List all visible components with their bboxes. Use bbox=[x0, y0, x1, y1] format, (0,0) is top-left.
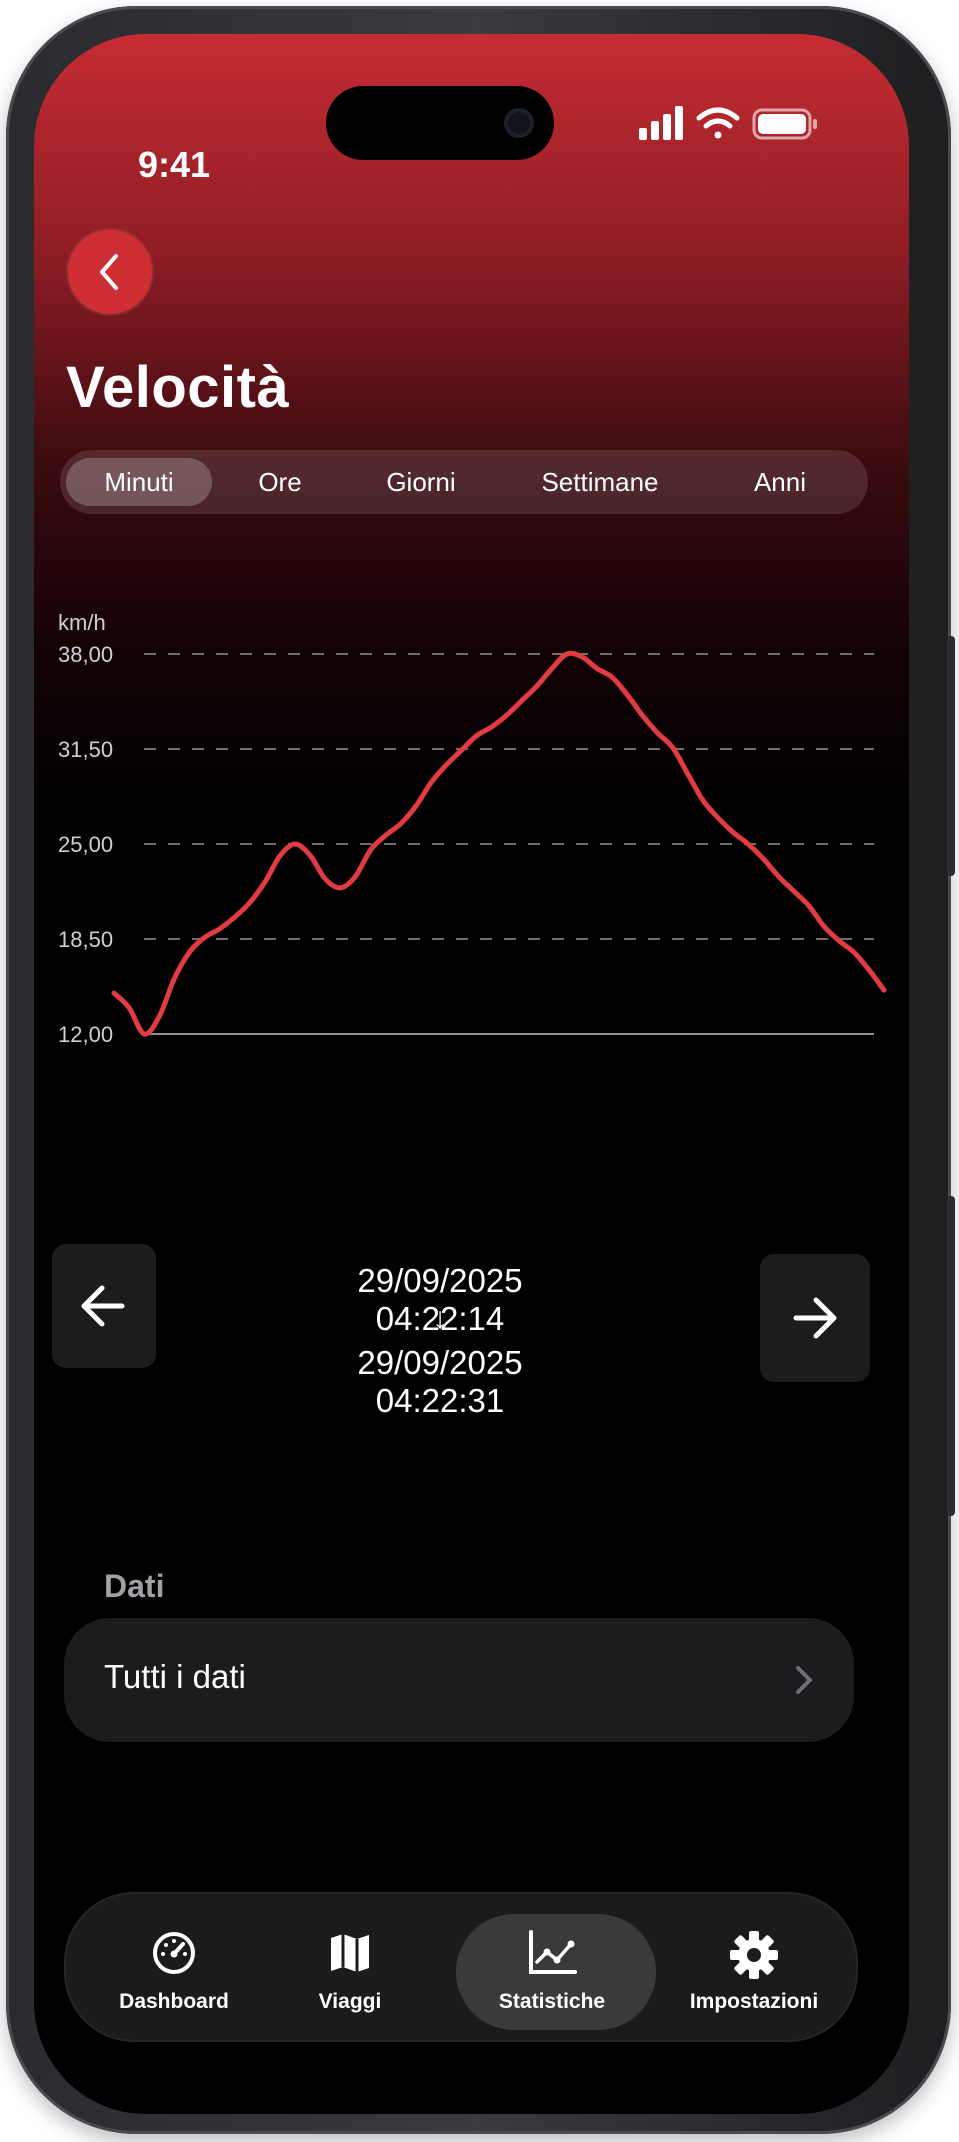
tab-statistiche[interactable]: Statistiche bbox=[456, 1892, 656, 2042]
range-separator-arrow: ↓ bbox=[432, 1302, 448, 1335]
period-segmented-control: Minuti Ore Giorni Settimane Anni bbox=[60, 450, 868, 514]
arrow-right-icon bbox=[793, 1297, 837, 1339]
all-data-label: Tutti i dati bbox=[104, 1658, 246, 1695]
chart-icon bbox=[529, 1930, 577, 1974]
dynamic-island bbox=[326, 86, 554, 160]
tab-impostazioni-label: Impostazioni bbox=[689, 1990, 819, 2013]
speedometer-icon bbox=[153, 1932, 195, 1974]
segment-ore[interactable]: Ore bbox=[220, 458, 340, 506]
speed-chart: km/h 38,00 31,50 25,00 18,50 12,00 bbox=[58, 610, 887, 1047]
data-section-label: Dati bbox=[104, 1568, 165, 1604]
screen: 9:41 Velocità Minuti Ore Giorni Settiman… bbox=[34, 34, 909, 2114]
status-icons bbox=[639, 104, 829, 144]
status-time: 9:41 bbox=[138, 144, 211, 185]
tab-impostazioni[interactable]: Impostazioni bbox=[664, 1892, 844, 2042]
tab-viaggi[interactable]: Viaggi bbox=[260, 1892, 440, 2042]
tab-statistiche-label: Statistiche bbox=[498, 1990, 606, 2013]
tab-bar: Dashboard Viaggi Statistiche Impostazion… bbox=[64, 1892, 858, 2042]
y-tick-label: 12,00 bbox=[58, 1022, 113, 1047]
tab-viaggi-label: Viaggi bbox=[318, 1990, 382, 2013]
y-tick-label: 38,00 bbox=[58, 642, 113, 667]
segment-anni[interactable]: Anni bbox=[710, 458, 850, 506]
page-title: Velocità bbox=[66, 355, 290, 420]
segment-giorni[interactable]: Giorni bbox=[346, 458, 496, 506]
signal-icon bbox=[639, 106, 683, 140]
next-range-button[interactable] bbox=[760, 1254, 870, 1382]
chevron-right-icon bbox=[796, 1666, 812, 1694]
all-data-row[interactable]: Tutti i dati bbox=[64, 1618, 854, 1742]
y-tick-label: 25,00 bbox=[58, 832, 113, 857]
tab-dashboard[interactable]: Dashboard bbox=[84, 1892, 264, 2042]
side-button-top bbox=[947, 636, 955, 876]
y-tick-label: 18,50 bbox=[58, 927, 113, 952]
range-end: 29/09/2025 04:22:31 bbox=[357, 1344, 523, 1419]
segment-minuti[interactable]: Minuti bbox=[66, 458, 212, 506]
side-button-bottom bbox=[947, 1196, 955, 1516]
previous-range-button[interactable] bbox=[52, 1244, 156, 1368]
battery-icon bbox=[752, 108, 817, 140]
chevron-left-icon bbox=[100, 254, 118, 290]
tab-dashboard-label: Dashboard bbox=[119, 1990, 229, 2013]
y-axis-unit: km/h bbox=[58, 610, 106, 635]
arrow-left-icon bbox=[81, 1285, 125, 1327]
segment-settimane[interactable]: Settimane bbox=[500, 458, 700, 506]
gear-icon bbox=[730, 1931, 778, 1979]
phone-frame: 9:41 Velocità Minuti Ore Giorni Settiman… bbox=[6, 6, 955, 2134]
back-button[interactable] bbox=[68, 230, 152, 314]
y-tick-label: 31,50 bbox=[58, 737, 113, 762]
wifi-icon bbox=[696, 107, 740, 139]
map-icon bbox=[331, 1934, 369, 1972]
